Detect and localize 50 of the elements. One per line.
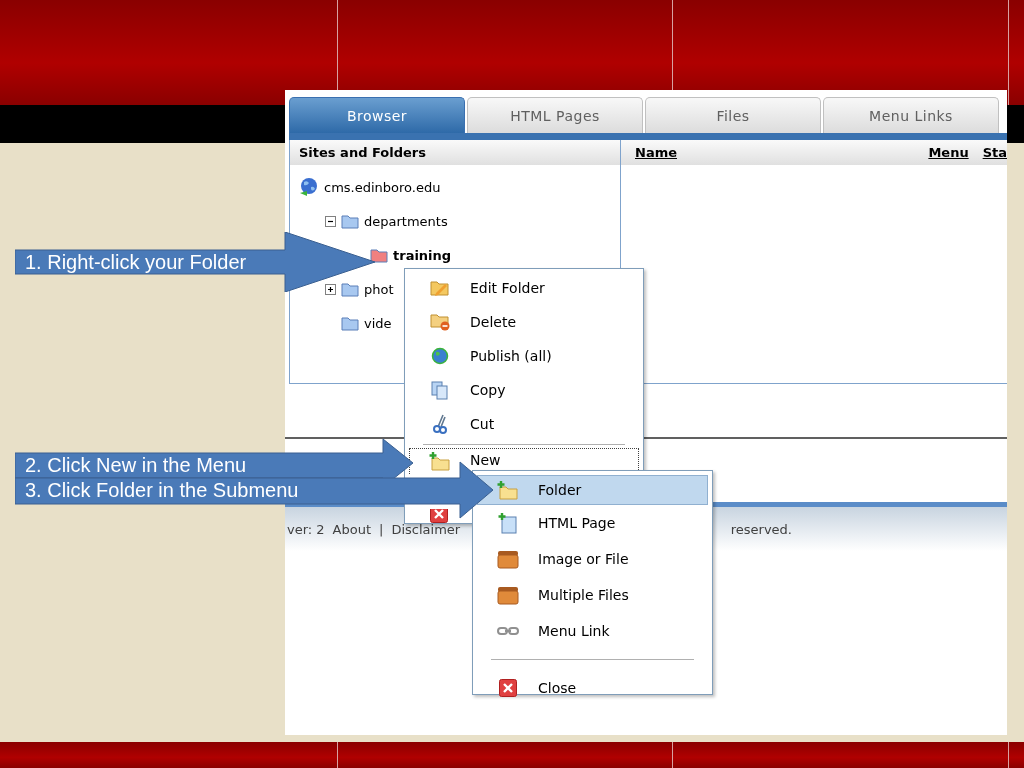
folder-minus-icon: [430, 313, 450, 331]
new-folder-icon: [429, 452, 451, 471]
pane-title: Sites and Folders: [299, 145, 426, 160]
menu-item[interactable]: Multiple Files: [477, 577, 708, 613]
copy-icon: [431, 380, 449, 400]
menu-item[interactable]: Publish (all): [409, 339, 639, 373]
folder-pencil-icon: [430, 279, 450, 297]
menu-item[interactable]: Folder: [477, 475, 708, 505]
tree-item[interactable]: vide: [364, 315, 392, 331]
folder-icon: [370, 247, 388, 263]
globe-icon: [431, 347, 449, 365]
new-page-icon: [498, 512, 518, 534]
column-header[interactable]: Name: [635, 145, 915, 160]
tree-item[interactable]: departments: [364, 213, 448, 229]
menu-item[interactable]: Delete: [409, 305, 639, 339]
globe-icon: [299, 177, 319, 197]
expand-toggle[interactable]: [325, 283, 336, 295]
tab[interactable]: Files: [645, 97, 821, 133]
chain-link-icon: [497, 625, 519, 637]
tab[interactable]: Browser: [289, 97, 465, 133]
footer-text: ver: 2: [287, 521, 325, 537]
box-icon: [497, 585, 519, 605]
tree-item[interactable]: phot: [364, 281, 394, 297]
tree-item[interactable]: cms.edinboro.edu: [324, 179, 441, 195]
tree-item[interactable]: training: [393, 247, 452, 263]
footer-text: reserved.: [730, 521, 792, 537]
column-header[interactable]: Sta: [982, 145, 1007, 160]
callout-text: 1. Right-click your Folder: [25, 250, 247, 274]
menu-item[interactable]: HTML Page: [477, 505, 708, 541]
tab[interactable]: Menu Links: [823, 97, 999, 133]
footer-text[interactable]: About: [332, 521, 372, 537]
menu-item[interactable]: Close: [477, 670, 708, 706]
column-header[interactable]: Menu: [928, 145, 969, 160]
footer-text: |: [379, 521, 384, 537]
new-folder-icon: [497, 480, 519, 500]
menu-item[interactable]: Edit Folder: [409, 271, 639, 305]
box-icon: [497, 549, 519, 569]
menu-item[interactable]: Copy: [409, 373, 639, 407]
callout-text: 2. Click New in the Menu: [25, 453, 247, 477]
tab[interactable]: HTML Pages: [467, 97, 643, 133]
menu-item[interactable]: Cut: [409, 407, 639, 441]
menu-item[interactable]: Menu Link: [477, 613, 708, 649]
folder-icon: [341, 315, 359, 331]
scissors-icon: [432, 414, 448, 434]
folder-icon: [341, 281, 359, 297]
collapse-toggle[interactable]: [325, 215, 336, 227]
footer-text[interactable]: Disclaimer: [391, 521, 461, 537]
callout-text: 3. Click Folder in the Submenu: [25, 478, 299, 502]
folder-icon: [341, 213, 359, 229]
menu-item[interactable]: Image or File: [477, 541, 708, 577]
